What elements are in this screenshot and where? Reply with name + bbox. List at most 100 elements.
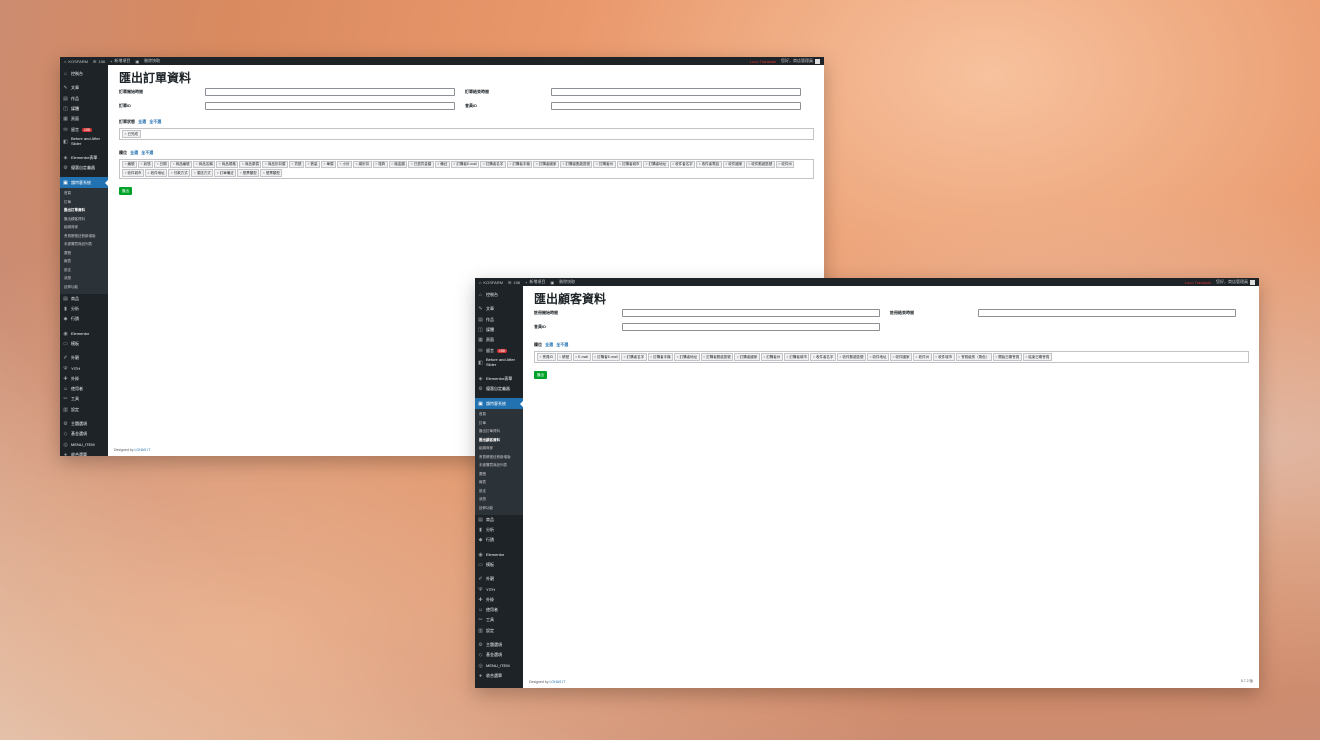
field-tag[interactable]: ×收件地址 bbox=[145, 169, 168, 177]
sidebar-item[interactable]: ✂ 工具 bbox=[475, 615, 523, 625]
remove-icon[interactable]: × bbox=[725, 162, 727, 166]
remove-icon[interactable]: × bbox=[763, 355, 765, 359]
field-tag[interactable]: ×訂購者城市 bbox=[783, 353, 810, 361]
field-tag[interactable]: ×訂購者名字 bbox=[621, 353, 647, 361]
remove-icon[interactable]: × bbox=[157, 162, 159, 166]
field-tag[interactable]: ×結束日期會員 bbox=[1022, 353, 1052, 361]
submenu-item[interactable]: 匯出顧客資料 bbox=[60, 215, 108, 224]
sidebar-item[interactable]: ✎ 文章 bbox=[475, 304, 523, 314]
sidebar-item[interactable]: ✐ 外觀 bbox=[475, 574, 523, 584]
status-select-all-link[interactable]: 全選 bbox=[138, 119, 146, 124]
comments-link[interactable]: ✉ 158 bbox=[93, 59, 105, 64]
submenu-item[interactable]: 延伸功能 bbox=[60, 283, 108, 292]
submenu-item[interactable]: 匯出訂單資料 bbox=[60, 207, 108, 216]
remove-icon[interactable]: × bbox=[958, 355, 960, 359]
footer-link[interactable]: LOHAS IT bbox=[549, 680, 565, 684]
field-tag[interactable]: ×付款方式 bbox=[168, 169, 191, 177]
field-tag[interactable]: ×商品名稱 bbox=[193, 160, 216, 168]
remove-icon[interactable]: × bbox=[356, 162, 358, 166]
field-tag[interactable]: ×訂購者手機 bbox=[647, 353, 674, 361]
field-tag[interactable]: ×訂購者E-mail bbox=[591, 353, 621, 361]
field-tag[interactable]: ×收件國家 bbox=[890, 353, 913, 361]
sidebar-item[interactable]: ▤ 作品 bbox=[475, 315, 523, 325]
sidebar-item[interactable]: ◧ Before and After Slider bbox=[475, 356, 523, 370]
submenu-item[interactable]: 會員帳號註冊新增版 bbox=[475, 453, 523, 462]
footer-link[interactable]: LOHAS IT bbox=[134, 448, 150, 452]
field-tag[interactable]: ×訂購者E-mail bbox=[450, 160, 480, 168]
remove-icon[interactable]: × bbox=[677, 355, 679, 359]
clear-cache-link[interactable]: 刪除快取 bbox=[144, 58, 160, 64]
account-menu[interactable]: 您好，商店管理員 bbox=[781, 58, 820, 64]
field-tag[interactable]: ×商品折扣價 bbox=[262, 160, 288, 168]
sidebar-item[interactable]: ⚙ 主題選項 bbox=[475, 640, 523, 650]
sidebar-item[interactable]: ▦ 頁面 bbox=[60, 114, 108, 124]
submenu-item[interactable]: 設定 bbox=[60, 266, 108, 275]
sidebar-item[interactable]: ● 收合選單 bbox=[60, 450, 108, 456]
remove-icon[interactable]: × bbox=[391, 162, 393, 166]
field-tag[interactable]: ×總金額 bbox=[388, 160, 408, 168]
remove-icon[interactable]: × bbox=[194, 171, 196, 175]
remove-icon[interactable]: × bbox=[483, 162, 485, 166]
sidebar-item[interactable]: ◫ 媒體 bbox=[60, 104, 108, 114]
sidebar-item[interactable]: ✐ 外觀 bbox=[60, 353, 108, 363]
remove-icon[interactable]: × bbox=[173, 162, 175, 166]
remove-icon[interactable]: × bbox=[141, 162, 143, 166]
field-tag[interactable]: ×會員ID bbox=[537, 353, 556, 361]
field-tag[interactable]: ×收件地址 bbox=[866, 353, 889, 361]
order-fields-box[interactable]: ×編號 ×狀態 ×日期 ×商品編號 ×商品名稱 ×商品規格 ×商品原價 ×商品折扣價 ×貨號 ×數… bbox=[119, 158, 814, 179]
field-tag[interactable]: ×貨號 bbox=[288, 160, 304, 168]
remove-icon[interactable]: × bbox=[559, 355, 561, 359]
field-tag[interactable]: ×收件郵遞區號 bbox=[836, 353, 866, 361]
remove-icon[interactable]: × bbox=[148, 171, 150, 175]
new-content-link[interactable]: + 新增項目 bbox=[525, 279, 545, 285]
remove-icon[interactable]: × bbox=[125, 171, 127, 175]
remove-icon[interactable]: × bbox=[995, 355, 997, 359]
sidebar-item[interactable]: ▮ 分析 bbox=[475, 525, 523, 535]
field-tag[interactable]: ×訂購者國家 bbox=[734, 353, 760, 361]
order-start-input[interactable] bbox=[205, 88, 455, 96]
submenu-item[interactable]: 會員帳號註冊新增版 bbox=[60, 232, 108, 241]
site-name[interactable]: ⌂ KOSFARM bbox=[479, 280, 503, 285]
sidebar-item[interactable]: ✚ 外掛 bbox=[60, 374, 108, 384]
remove-icon[interactable]: × bbox=[196, 162, 198, 166]
remove-icon[interactable]: × bbox=[240, 171, 242, 175]
field-tag[interactable]: ×收件州 bbox=[775, 160, 795, 168]
field-tag[interactable]: ×已退貨金額 bbox=[408, 160, 434, 168]
field-tag[interactable]: ×商品原價 bbox=[239, 160, 262, 168]
submenu-item[interactable]: 首頁 bbox=[60, 190, 108, 199]
sidebar-item[interactable]: ◫ 媒體 bbox=[475, 325, 523, 335]
field-tag[interactable]: ×訂單備註 bbox=[214, 169, 237, 177]
sidebar-item[interactable]: ⌂ 控制台 bbox=[60, 69, 108, 79]
field-tag[interactable]: ×訂購者地址 bbox=[643, 160, 669, 168]
field-tag[interactable]: ×訂購者城市 bbox=[616, 160, 643, 168]
sidebar-item[interactable]: ▭ 模板 bbox=[60, 339, 108, 349]
sidebar-item[interactable]: ◆ 行銷 bbox=[475, 535, 523, 545]
sidebar-item[interactable]: ✉ 留言 158 bbox=[60, 124, 108, 134]
status-deselect-all-link[interactable]: 全不選 bbox=[149, 119, 161, 124]
remove-icon[interactable]: × bbox=[242, 162, 244, 166]
sidebar-item[interactable]: ▤ 商品 bbox=[475, 515, 523, 525]
sidebar-item[interactable]: ☺ 使用者 bbox=[475, 605, 523, 615]
sidebar-item[interactable]: ◎ MENU_ITEM bbox=[60, 440, 108, 450]
remove-icon[interactable]: × bbox=[540, 355, 542, 359]
remove-icon[interactable]: × bbox=[869, 355, 871, 359]
field-tag[interactable]: ×收件者名字 bbox=[669, 160, 696, 168]
new-content-link[interactable]: + 新增項目 bbox=[110, 58, 130, 64]
sidebar-item[interactable]: ⚙ 優惠自定義器 bbox=[475, 384, 523, 394]
submenu-item[interactable]: 廣聲 bbox=[475, 470, 523, 479]
field-tag[interactable]: ×收件國家 bbox=[722, 160, 745, 168]
sidebar-item[interactable]: ▥ 設定 bbox=[60, 405, 108, 415]
remove-icon[interactable]: × bbox=[263, 171, 265, 175]
remove-icon[interactable]: × bbox=[703, 355, 705, 359]
sidebar-item[interactable]: ⚙ 優惠自定義器 bbox=[60, 163, 108, 173]
field-tag[interactable]: ×訂購者郵遞區號 bbox=[559, 160, 593, 168]
remove-icon[interactable]: × bbox=[219, 162, 221, 166]
sidebar-item[interactable]: ✚ 外掛 bbox=[475, 595, 523, 605]
field-tag[interactable]: ×收件者名字 bbox=[810, 353, 836, 361]
submenu-item[interactable]: 訂單 bbox=[60, 198, 108, 207]
submenu-item[interactable]: 組織商家 bbox=[475, 445, 523, 454]
remove-icon[interactable]: × bbox=[650, 355, 652, 359]
submenu-item[interactable]: 未被購買商品列表 bbox=[475, 462, 523, 471]
field-tag[interactable]: ×發票類型 bbox=[260, 169, 283, 177]
sidebar-item[interactable]: ● 收合選單 bbox=[475, 671, 523, 681]
